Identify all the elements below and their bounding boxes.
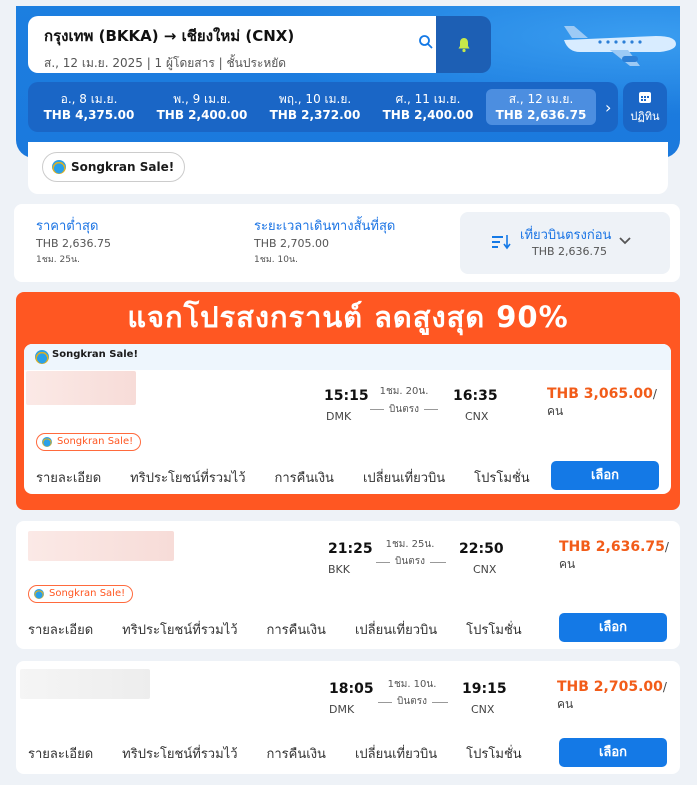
- date-option[interactable]: พ., 9 เม.ย. THB 2,400.00: [147, 89, 257, 125]
- flight-links: รายละเอียด ทริประโยชน์ที่รวมไว้ การคืนเง…: [28, 619, 551, 640]
- date-selector: อ., 8 เม.ย. THB 4,375.00 พ., 9 เม.ย. THB 2…: [28, 82, 618, 132]
- details-link[interactable]: รายละเอียด: [36, 467, 101, 488]
- flight-card[interactable]: 18:05 DMK 1ชม. 10น. บินตรง 19:15 CNX THB…: [16, 661, 680, 774]
- calendar-label: ปฏิทิน: [630, 110, 660, 123]
- airline-logo: [28, 531, 174, 561]
- flight-duration: 1ชม. 25น.: [385, 539, 435, 550]
- songkran-promo-section: แจกโปรสงกรานต์ ลดสูงสุด 90% Songkran Sal…: [16, 292, 680, 510]
- route-title: กรุงเทพ (BKKA) → เชียงใหม่ (CNX): [44, 27, 295, 45]
- departure-time: 18:05: [329, 681, 374, 697]
- sort-bar: ราคาต่ำสุด THB 2,636.75 1ชม. 25น. ระยะเว…: [14, 204, 680, 282]
- refund-link[interactable]: การคืนเงิน: [267, 619, 326, 640]
- price-alert-button[interactable]: [436, 16, 491, 73]
- promo-banner-text: แจกโปรสงกรานต์ ลดสูงสุด 90%: [127, 300, 569, 334]
- sale-label-bar: Songkran Sale!: [24, 344, 671, 370]
- search-summary[interactable]: กรุงเทพ (BKKA) → เชียงใหม่ (CNX) ส., 12 …: [28, 16, 448, 73]
- sort-direct-first[interactable]: เที่ยวบินตรงก่อน THB 2,636.75: [460, 212, 670, 274]
- promo-link[interactable]: โปรโมชั่น: [466, 743, 521, 764]
- departure-time: 21:25: [328, 541, 373, 557]
- arrival-time: 19:15: [462, 681, 507, 697]
- benefits-link[interactable]: ทริประโยชน์ที่รวมไว้: [130, 467, 245, 488]
- flight-card[interactable]: 21:25 BKK 1ชม. 25น. บินตรง 22:50 CNX THB…: [16, 521, 680, 649]
- arrival-time: 16:35: [453, 388, 498, 404]
- flight-type: บินตรง: [384, 402, 424, 417]
- departure-code: DMK: [329, 703, 355, 716]
- date-option[interactable]: พฤ., 10 เม.ย. THB 2,372.00: [260, 89, 370, 125]
- flight-duration: 1ชม. 10น.: [387, 679, 437, 690]
- chevron-down-icon: [619, 237, 631, 245]
- songkran-sale-filter[interactable]: Songkran Sale!: [42, 152, 186, 182]
- flight-type: บินตรง: [392, 694, 432, 709]
- sale-tag: Songkran Sale!: [28, 585, 134, 603]
- departure-code: DMK: [326, 410, 352, 423]
- airplane-illustration: [564, 26, 676, 66]
- departure-code: BKK: [328, 563, 350, 576]
- refund-link[interactable]: การคืนเงิน: [275, 467, 334, 488]
- airline-logo: [20, 669, 150, 699]
- date-option-selected[interactable]: ส., 12 เม.ย. THB 2,636.75: [486, 89, 596, 125]
- benefits-link[interactable]: ทริประโยชน์ที่รวมไว้: [122, 619, 237, 640]
- flight-links: รายละเอียด ทริประโยชน์ที่รวมไว้ การคืนเง…: [36, 467, 559, 488]
- date-option[interactable]: ศ., 11 เม.ย. THB 2,400.00: [373, 89, 483, 125]
- flight-price: THB 2,705.00/คน: [557, 679, 667, 711]
- arrival-code: CNX: [471, 703, 495, 716]
- select-button[interactable]: เลือก: [559, 613, 667, 642]
- search-icon[interactable]: [418, 34, 434, 50]
- flight-price: THB 2,636.75/คน: [559, 539, 669, 571]
- bell-icon: [458, 37, 469, 52]
- calendar-button[interactable]: ปฏิทิน: [623, 82, 667, 132]
- flight-price: THB 3,065.00/คน: [547, 386, 657, 418]
- date-option[interactable]: อ., 8 เม.ย. THB 4,375.00: [34, 89, 144, 125]
- details-link[interactable]: รายละเอียด: [28, 743, 93, 764]
- details-link[interactable]: รายละเอียด: [28, 619, 93, 640]
- sort-shortest[interactable]: ระยะเวลาเดินทางสั้นที่สุด THB 2,705.00 1…: [254, 218, 395, 269]
- flight-duration: 1ชม. 20น.: [379, 386, 429, 397]
- airline-logo: [26, 371, 136, 405]
- promo-link[interactable]: โปรโมชั่น: [466, 619, 521, 640]
- globe-icon: [42, 437, 52, 447]
- departure-time: 15:15: [324, 388, 369, 404]
- reschedule-link[interactable]: เปลี่ยนเที่ยวบิน: [355, 619, 437, 640]
- search-details: ส., 12 เม.ย. 2025 | 1 ผู้โดยสาร | ชั้นปร…: [44, 56, 287, 70]
- globe-icon: [34, 589, 44, 599]
- arrival-time: 22:50: [459, 541, 504, 557]
- flight-card[interactable]: Songkran Sale! 15:15 DMK 1ชม. 20น. บินตร…: [24, 344, 671, 494]
- globe-icon: [35, 350, 49, 364]
- arrival-code: CNX: [473, 563, 497, 576]
- globe-icon: [52, 160, 66, 174]
- calendar-icon: [639, 92, 651, 103]
- sort-icon: [492, 235, 511, 250]
- reschedule-link[interactable]: เปลี่ยนเที่ยวบิน: [363, 467, 445, 488]
- promo-strip: Songkran Sale!: [28, 142, 668, 194]
- select-button[interactable]: เลือก: [559, 738, 667, 767]
- flight-links: รายละเอียด ทริประโยชน์ที่รวมไว้ การคืนเง…: [28, 743, 551, 764]
- arrival-code: CNX: [465, 410, 489, 423]
- reschedule-link[interactable]: เปลี่ยนเที่ยวบิน: [355, 743, 437, 764]
- refund-link[interactable]: การคืนเงิน: [267, 743, 326, 764]
- select-button[interactable]: เลือก: [551, 461, 659, 490]
- sale-tag: Songkran Sale!: [36, 433, 142, 451]
- chevron-right-icon[interactable]: ›: [605, 98, 611, 117]
- promo-link[interactable]: โปรโมชั่น: [474, 467, 529, 488]
- flight-type: บินตรง: [390, 554, 430, 569]
- benefits-link[interactable]: ทริประโยชน์ที่รวมไว้: [122, 743, 237, 764]
- sort-cheapest[interactable]: ราคาต่ำสุด THB 2,636.75 1ชม. 25น.: [36, 218, 111, 269]
